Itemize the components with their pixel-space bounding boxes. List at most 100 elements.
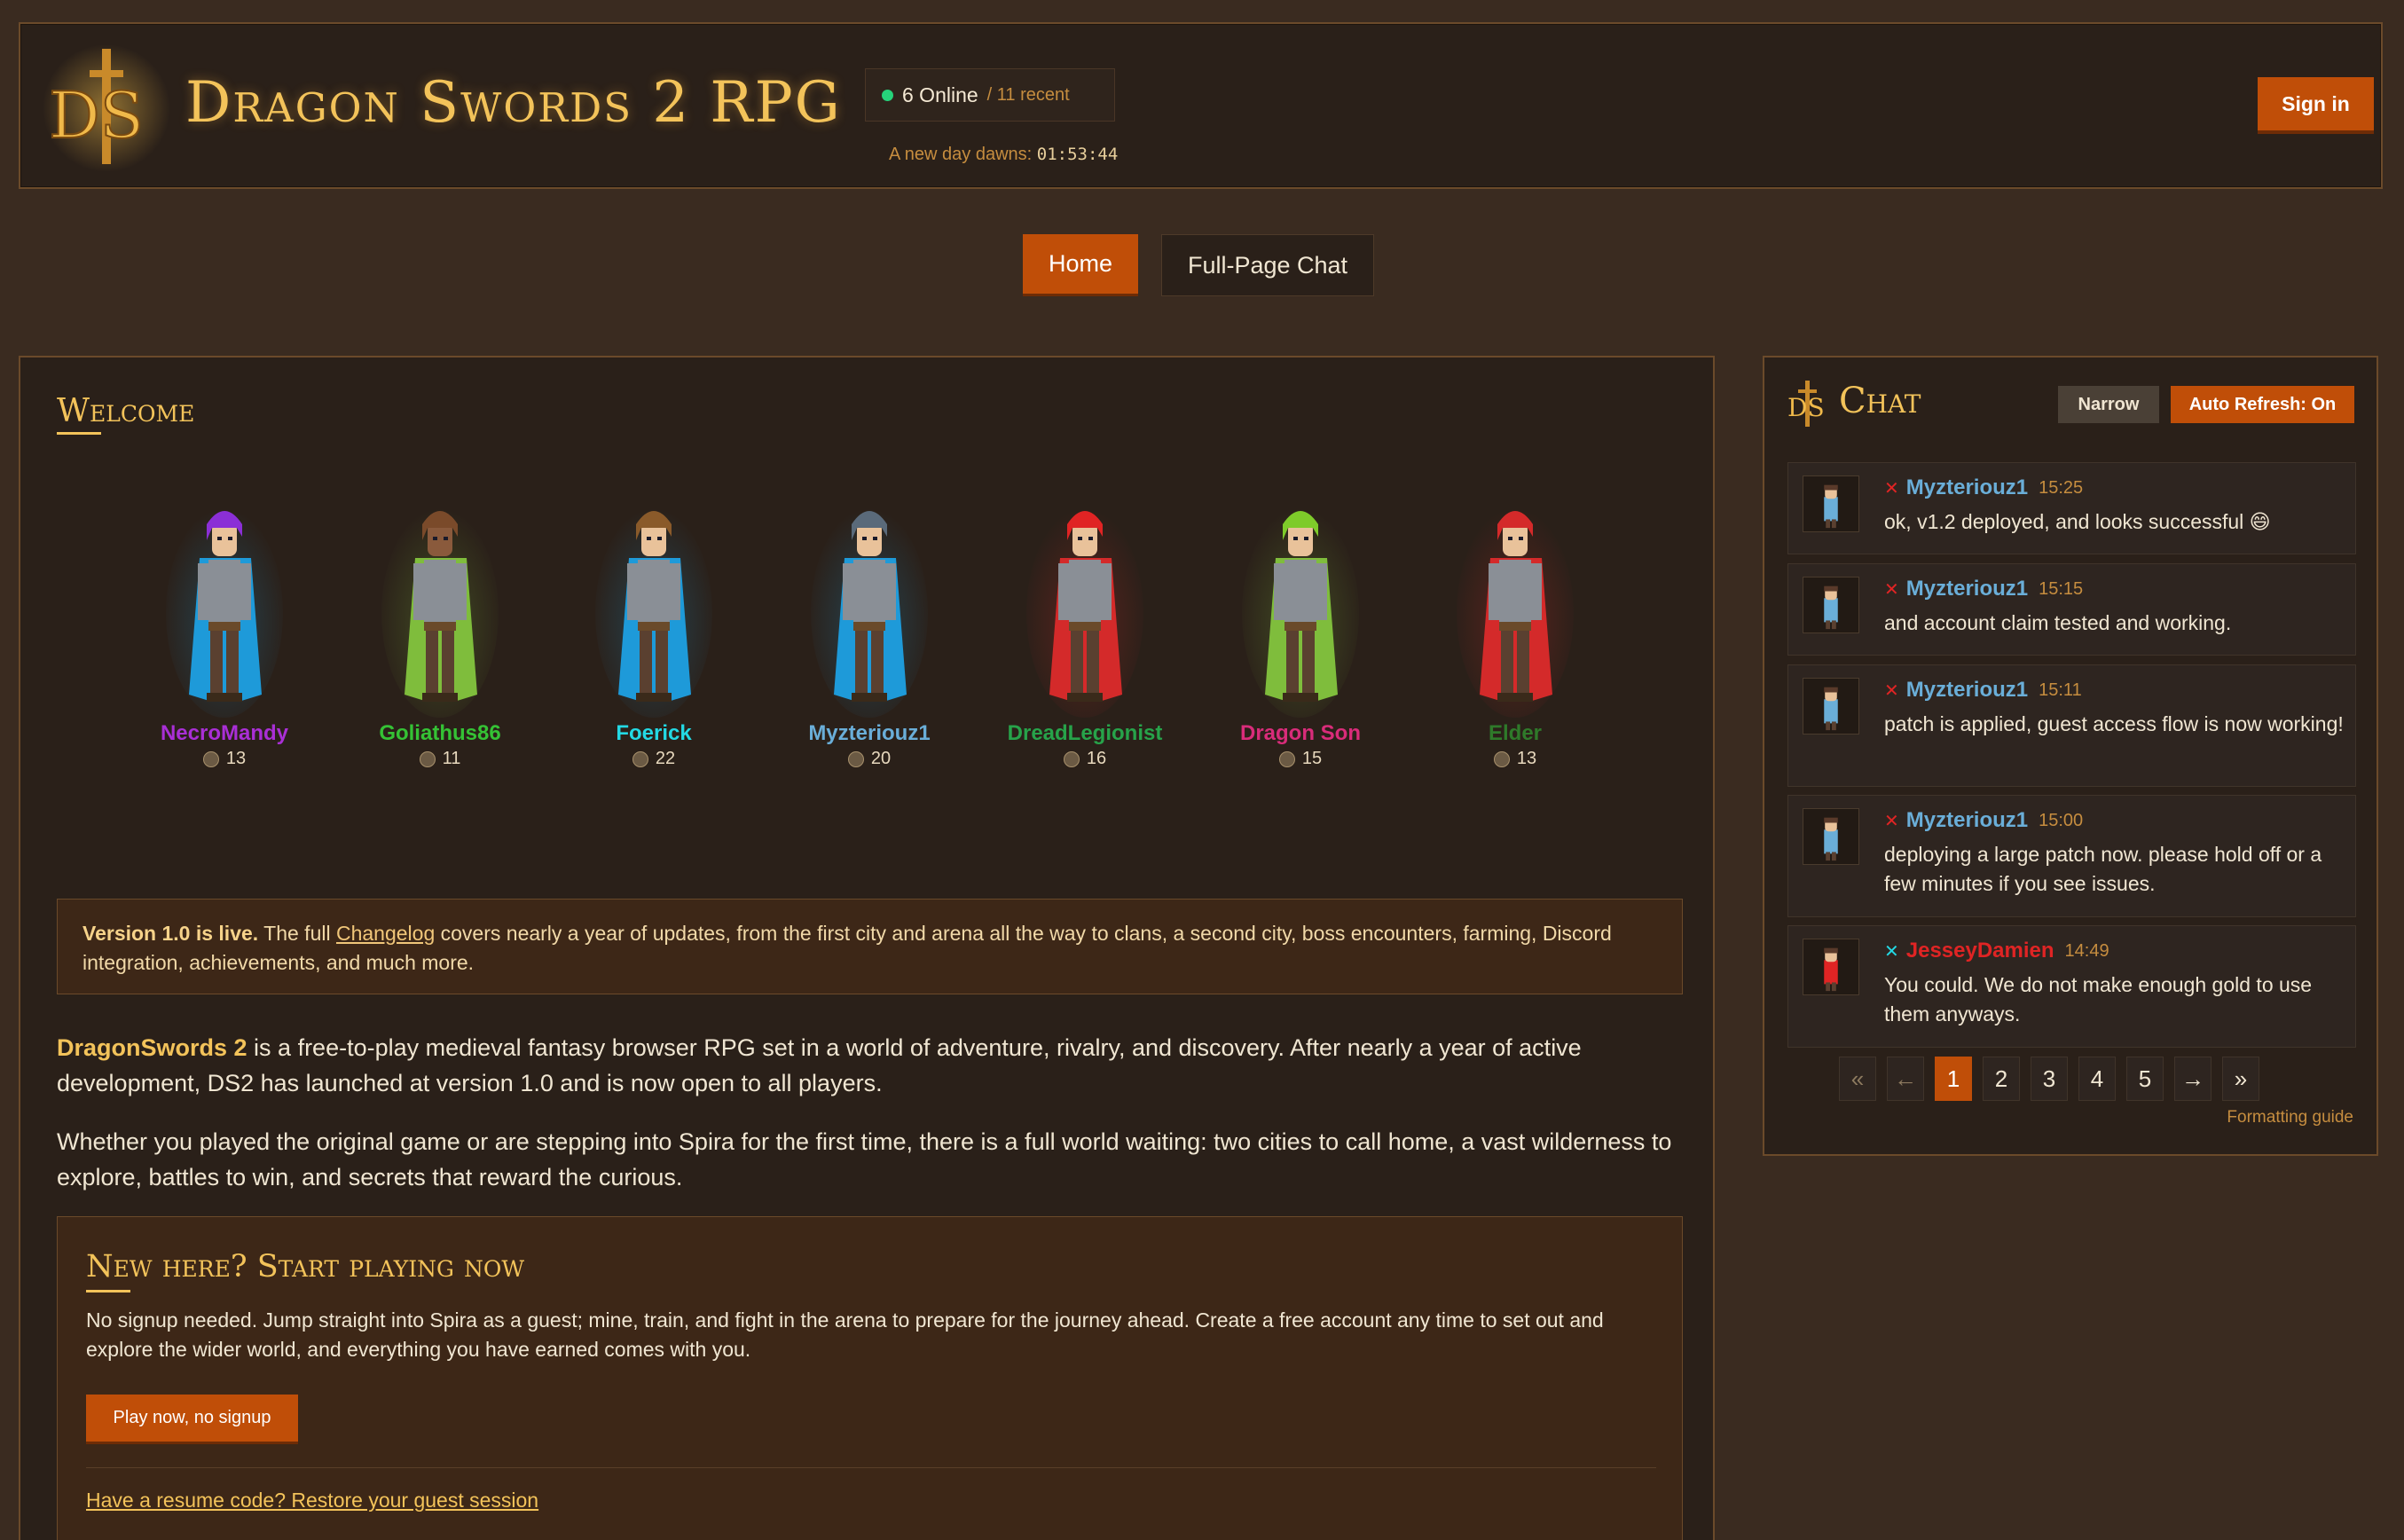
message-text: and account claim tested and working. xyxy=(1884,611,2232,634)
user-avatar[interactable] xyxy=(1803,577,1859,633)
message-header: ✕ Myzteriouz1 15:15 xyxy=(1884,577,2083,601)
message-username[interactable]: Myzteriouz1 xyxy=(1906,808,2028,833)
dawn-label: A new day dawns: xyxy=(889,145,1033,164)
player-card[interactable]: Goliathus86 11 xyxy=(351,489,529,768)
chat-message: ✕ Myzteriouz1 15:15 and account claim te… xyxy=(1787,563,2356,656)
heading-underline xyxy=(57,432,101,435)
player-level: 13 xyxy=(136,749,313,769)
pagination-button[interactable]: 2 xyxy=(1983,1057,2020,1101)
player-sprite-icon xyxy=(1457,508,1574,718)
player-card[interactable]: Foerick 22 xyxy=(565,489,742,768)
message-text: ok, v1.2 deployed, and looks successful … xyxy=(1884,510,2271,533)
level-badge-icon xyxy=(1278,750,1295,767)
message-username[interactable]: JesseyDamien xyxy=(1906,939,2054,963)
player-level: 16 xyxy=(996,749,1174,769)
user-avatar[interactable] xyxy=(1803,939,1859,995)
crossed-swords-icon: ✕ xyxy=(1884,478,1899,499)
message-time: 15:15 xyxy=(2039,578,2084,599)
user-avatar[interactable] xyxy=(1803,678,1859,735)
pagination-button[interactable]: 1 xyxy=(1935,1057,1972,1101)
sign-in-button[interactable]: Sign in xyxy=(2258,77,2374,134)
pagination-button[interactable]: 5 xyxy=(2126,1057,2164,1101)
nav-full-page-chat[interactable]: Full-Page Chat xyxy=(1161,234,1374,296)
pagination-button[interactable]: 4 xyxy=(2078,1057,2116,1101)
site-title[interactable]: Dragon Swords 2 RPG xyxy=(185,70,842,136)
online-status[interactable]: 6 Online / 11 recent xyxy=(865,68,1115,122)
player-sprite-icon xyxy=(811,508,928,718)
player-sprite-icon xyxy=(1242,508,1359,718)
new-day-timer: A new day dawns: 01:53:44 xyxy=(889,145,1118,165)
player-name[interactable]: Goliathus86 xyxy=(351,721,529,746)
player-sprite-icon xyxy=(1026,508,1143,718)
player-level-value: 16 xyxy=(1086,749,1107,768)
player-name[interactable]: Elder xyxy=(1426,721,1604,746)
message-time: 14:49 xyxy=(2064,940,2109,961)
narrow-toggle-button[interactable]: Narrow xyxy=(2058,386,2159,423)
message-text: deploying a large patch now. please hold… xyxy=(1884,843,2322,895)
chat-heading: Chat xyxy=(1839,381,1921,421)
pagination-button[interactable]: ← xyxy=(1887,1057,1924,1101)
player-card[interactable]: Dragon Son 15 xyxy=(1212,489,1389,768)
pagination-button[interactable]: 3 xyxy=(2031,1057,2068,1101)
nav-home[interactable]: Home xyxy=(1023,234,1138,296)
player-level-value: 20 xyxy=(870,749,892,768)
player-level: 11 xyxy=(351,749,529,769)
ds-logo-icon[interactable]: DS xyxy=(40,42,173,175)
player-card[interactable]: NecroMandy 13 xyxy=(136,489,313,768)
message-username[interactable]: Myzteriouz1 xyxy=(1906,475,2028,500)
online-count: 6 Online xyxy=(902,82,978,106)
message-header: ✕ Myzteriouz1 15:11 xyxy=(1884,678,2082,703)
chat-message: ✕ Myzteriouz1 15:00 deploying a large pa… xyxy=(1787,795,2356,917)
level-badge-icon xyxy=(847,750,864,767)
player-card[interactable]: DreadLegionist 16 xyxy=(996,489,1174,768)
auto-refresh-toggle-button[interactable]: Auto Refresh: On xyxy=(2171,386,2354,423)
notice-pre: The full xyxy=(258,922,336,945)
intro-brand: DragonSwords 2 xyxy=(57,1034,247,1061)
play-now-button[interactable]: Play now, no signup xyxy=(86,1395,298,1444)
crossed-swords-icon: ✕ xyxy=(1884,579,1899,600)
pagination-button[interactable]: » xyxy=(2222,1057,2259,1101)
welcome-heading: Welcome xyxy=(57,393,195,429)
player-name[interactable]: NecroMandy xyxy=(136,721,313,746)
pagination-button[interactable]: → xyxy=(2174,1057,2212,1101)
intro-text: is a free-to-play medieval fantasy brows… xyxy=(57,1034,1582,1096)
changelog-link[interactable]: Changelog xyxy=(336,922,435,945)
player-level-value: 15 xyxy=(1301,749,1323,768)
intro-paragraph-2: Whether you played the original game or … xyxy=(57,1128,1672,1190)
user-avatar[interactable] xyxy=(1803,808,1859,865)
resume-code-link[interactable]: Have a resume code? Restore your guest s… xyxy=(86,1489,538,1512)
player-name[interactable]: Myzteriouz1 xyxy=(781,721,958,746)
player-name[interactable]: Foerick xyxy=(565,721,742,746)
online-recent: / 11 recent xyxy=(986,84,1070,105)
message-header: ✕ JesseyDamien 14:49 xyxy=(1884,939,2109,963)
player-name[interactable]: DreadLegionist xyxy=(996,721,1174,746)
level-badge-icon xyxy=(202,750,219,767)
player-level-value: 13 xyxy=(1516,749,1537,768)
crossed-swords-icon: ✕ xyxy=(1884,811,1899,831)
player-level: 15 xyxy=(1212,749,1389,769)
crossed-swords-icon: ✕ xyxy=(1884,680,1899,701)
user-avatar[interactable] xyxy=(1803,475,1859,532)
message-time: 15:11 xyxy=(2039,680,2082,700)
message-header: ✕ Myzteriouz1 15:25 xyxy=(1884,475,2083,500)
level-badge-icon xyxy=(419,750,436,767)
message-time: 15:00 xyxy=(2039,810,2084,830)
formatting-guide-link[interactable]: Formatting guide xyxy=(2227,1108,2353,1128)
message-username[interactable]: Myzteriouz1 xyxy=(1906,577,2028,601)
level-badge-icon xyxy=(1063,750,1080,767)
player-name[interactable]: Dragon Son xyxy=(1212,721,1389,746)
pagination-button[interactable]: « xyxy=(1839,1057,1876,1101)
level-badge-icon xyxy=(632,750,648,767)
player-sprite-icon xyxy=(166,508,283,718)
player-level: 13 xyxy=(1426,749,1604,769)
player-card[interactable]: Myzteriouz1 20 xyxy=(781,489,958,768)
site-header: DS Dragon Swords 2 RPG 6 Online / 11 rec… xyxy=(19,22,2383,189)
svg-text:DS: DS xyxy=(49,78,144,153)
level-badge-icon xyxy=(1493,750,1510,767)
player-level-value: 22 xyxy=(655,749,676,768)
player-card[interactable]: Elder 13 xyxy=(1426,489,1604,768)
message-text: patch is applied, guest access flow is n… xyxy=(1884,712,2344,735)
player-sprite-icon xyxy=(595,508,712,718)
message-username[interactable]: Myzteriouz1 xyxy=(1906,678,2028,703)
svg-text:DS: DS xyxy=(1787,393,1825,422)
